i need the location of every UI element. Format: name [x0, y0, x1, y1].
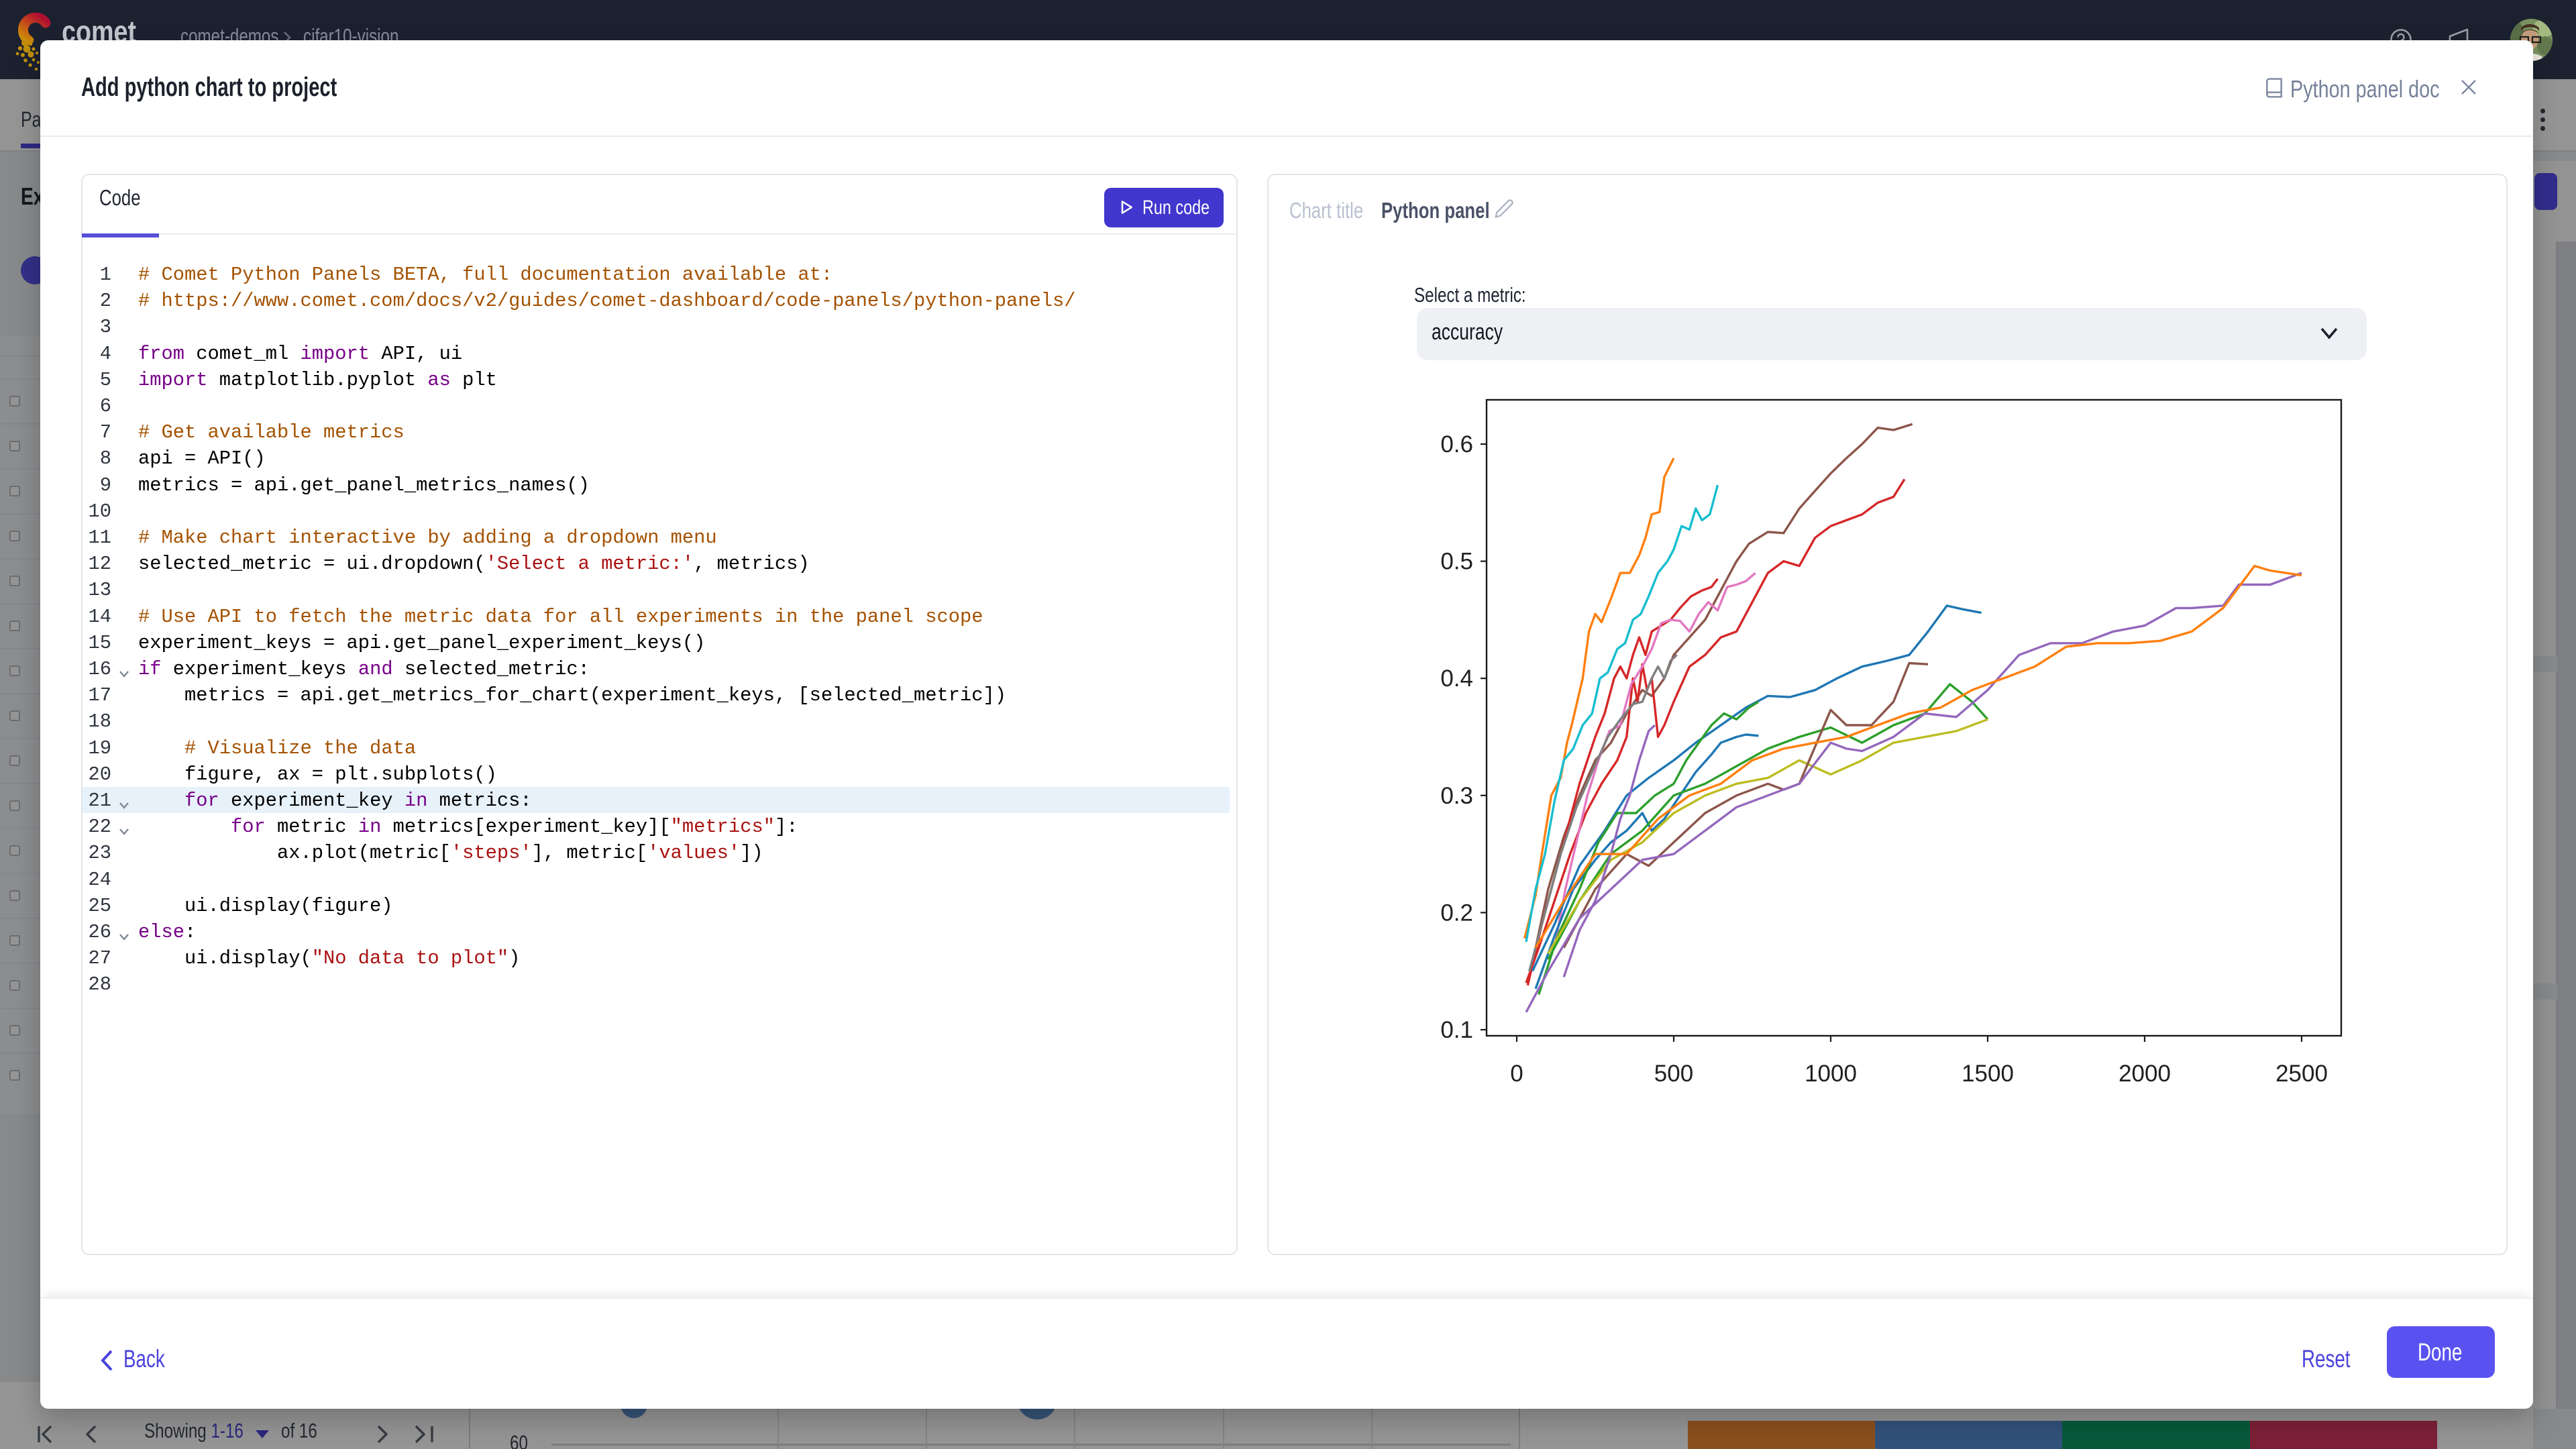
svg-text:0.4: 0.4 — [1440, 665, 1473, 692]
svg-text:1000: 1000 — [1805, 1061, 1857, 1087]
svg-text:0.1: 0.1 — [1440, 1017, 1473, 1043]
svg-text:0.2: 0.2 — [1440, 900, 1473, 926]
svg-text:500: 500 — [1654, 1061, 1693, 1087]
svg-text:2000: 2000 — [2118, 1061, 2171, 1087]
svg-text:0.3: 0.3 — [1440, 783, 1473, 809]
svg-text:0: 0 — [1510, 1061, 1523, 1087]
svg-text:2500: 2500 — [2275, 1061, 2328, 1087]
svg-text:0.5: 0.5 — [1440, 549, 1473, 575]
svg-text:0.6: 0.6 — [1440, 431, 1473, 458]
svg-text:1500: 1500 — [1962, 1061, 2014, 1087]
